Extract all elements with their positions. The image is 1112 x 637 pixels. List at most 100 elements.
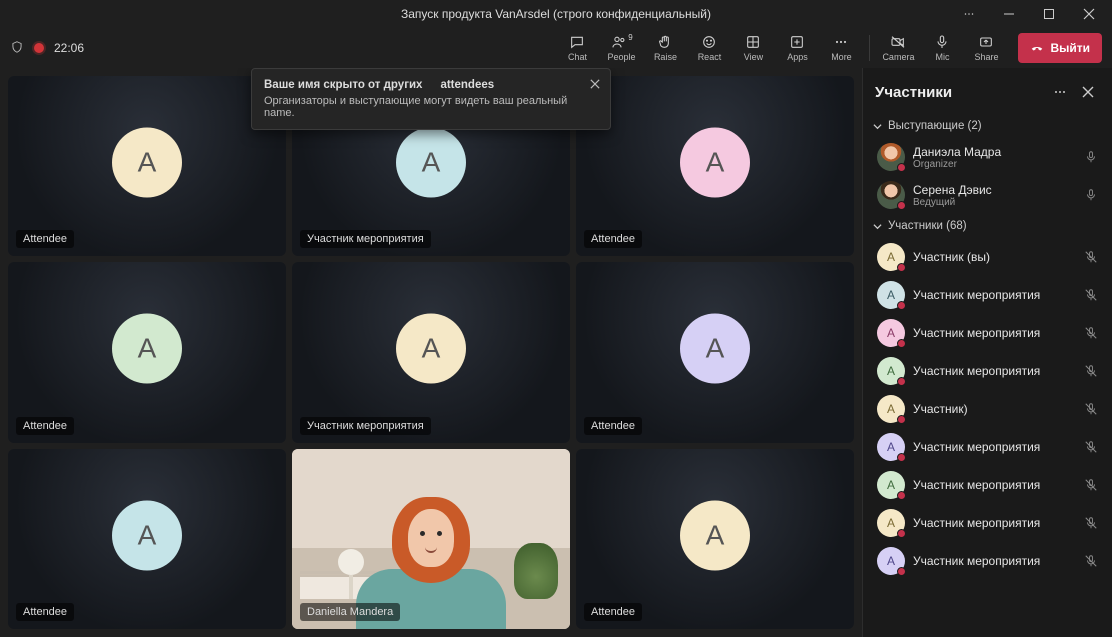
mic-off-icon [1080, 478, 1102, 492]
people-button[interactable]: 9 People [601, 29, 641, 67]
status-busy-icon [897, 529, 906, 538]
participant-tile[interactable]: A Attendee [8, 262, 286, 442]
participant-name-label: Участник мероприятия [300, 230, 431, 248]
avatar: A [396, 314, 466, 384]
participant-name: Участник мероприятия [913, 516, 1072, 530]
participant-name: Участник (вы) [913, 250, 1072, 264]
participant-tile[interactable]: A Участник мероприятия [292, 262, 570, 442]
toolbar-divider [869, 35, 870, 61]
maximize-window-button[interactable] [1032, 2, 1066, 26]
react-button[interactable]: React [689, 29, 729, 67]
status-busy-icon [897, 415, 906, 424]
raise-hand-button[interactable]: Raise [645, 29, 685, 67]
close-window-button[interactable] [1072, 2, 1106, 26]
participant-tile[interactable]: A Attendee [576, 76, 854, 256]
participant-row[interactable]: A Участник мероприятия [863, 504, 1112, 542]
avatar: A [877, 547, 905, 575]
participant-row[interactable]: Даниэла Мадра Organizer [863, 138, 1112, 176]
chat-button[interactable]: Chat [557, 29, 597, 67]
status-busy-icon [897, 453, 906, 462]
participant-name: Участник мероприятия [913, 554, 1072, 568]
participant-name: Участник мероприятия [913, 364, 1072, 378]
more-window-button[interactable] [952, 2, 986, 26]
participant-tile[interactable]: A Attendee [8, 76, 286, 256]
status-busy-icon [897, 491, 906, 500]
participant-name: Участник мероприятия [913, 440, 1072, 454]
leave-button[interactable]: Выйти [1018, 33, 1102, 63]
participant-name-label: Участник мероприятия [300, 417, 431, 435]
participants-panel: Участники Выступающие (2) Даниэла Мадра … [862, 68, 1112, 637]
view-button[interactable]: View [733, 29, 773, 67]
participant-name-label: Attendee [16, 230, 74, 248]
avatar: A [112, 500, 182, 570]
video-feed [292, 449, 570, 629]
participant-tile[interactable]: Daniella Mandera [292, 449, 570, 629]
more-actions-button[interactable]: More [821, 29, 861, 67]
participant-name-label: Attendee [584, 603, 642, 621]
participant-name-label: Daniella Mandera [300, 603, 400, 621]
participant-name-label: Attendee [16, 603, 74, 621]
status-busy-icon [897, 163, 906, 172]
mic-off-icon [1080, 440, 1102, 454]
participant-row[interactable]: A Участник мероприятия [863, 352, 1112, 390]
mic-button[interactable]: Mic [922, 29, 962, 67]
participant-tile[interactable]: A Attendee [576, 262, 854, 442]
avatar [877, 143, 905, 171]
participant-role: Ведущий [913, 197, 1072, 208]
mic-off-icon [1080, 250, 1102, 264]
avatar: A [877, 395, 905, 423]
status-busy-icon [897, 567, 906, 576]
mic-off-icon [1080, 554, 1102, 568]
mic-off-icon [1080, 326, 1102, 340]
avatar: A [396, 128, 466, 198]
participant-name: Участник мероприятия [913, 326, 1072, 340]
participant-name: Участник мероприятия [913, 478, 1072, 492]
participant-name: Серена Дэвис [913, 183, 1072, 197]
avatar: A [680, 128, 750, 198]
participant-row[interactable]: Серена Дэвис Ведущий [863, 176, 1112, 214]
avatar: A [877, 357, 905, 385]
share-button[interactable]: Share [966, 29, 1006, 67]
status-busy-icon [897, 377, 906, 386]
avatar: A [680, 500, 750, 570]
participant-row[interactable]: A Участник мероприятия [863, 466, 1112, 504]
camera-button[interactable]: Camera [878, 29, 918, 67]
participant-tile[interactable]: A Attendee [8, 449, 286, 629]
participants-close-button[interactable] [1074, 78, 1102, 106]
mic-off-icon [1080, 402, 1102, 416]
status-busy-icon [897, 301, 906, 310]
titlebar: Запуск продукта VanArsdel (строго конфид… [0, 0, 1112, 28]
participant-row[interactable]: A Участник мероприятия [863, 276, 1112, 314]
status-busy-icon [897, 201, 906, 210]
presenters-section-header[interactable]: Выступающие (2) [863, 114, 1112, 138]
participant-tile[interactable]: A Attendee [576, 449, 854, 629]
mic-on-icon [1080, 188, 1102, 202]
minimize-window-button[interactable] [992, 2, 1026, 26]
avatar [877, 181, 905, 209]
avatar: A [680, 314, 750, 384]
mic-off-icon [1080, 364, 1102, 378]
participant-row[interactable]: A Участник мероприятия [863, 314, 1112, 352]
attendees-section-header[interactable]: Участники (68) [863, 214, 1112, 238]
avatar: A [112, 128, 182, 198]
apps-button[interactable]: Apps [777, 29, 817, 67]
participant-row[interactable]: A Участник мероприятия [863, 542, 1112, 580]
participant-role: Organizer [913, 159, 1072, 170]
participants-grid: A Attendee A Участник мероприятия A Atte… [8, 76, 854, 629]
participants-more-button[interactable] [1046, 78, 1074, 106]
mic-off-icon [1080, 288, 1102, 302]
recording-indicator-icon [34, 43, 44, 53]
avatar: A [877, 509, 905, 537]
avatar: A [877, 433, 905, 461]
participant-row[interactable]: A Участник мероприятия [863, 428, 1112, 466]
participant-name: Участник мероприятия [913, 288, 1072, 302]
avatar: A [877, 243, 905, 271]
participant-name-label: Attendee [16, 417, 74, 435]
status-busy-icon [897, 263, 906, 272]
chevron-down-icon [873, 122, 882, 131]
tooltip-close-button[interactable] [586, 75, 604, 93]
participant-row[interactable]: A Участник (вы) [863, 238, 1112, 276]
participant-row[interactable]: A Участник) [863, 390, 1112, 428]
participant-name: Участник) [913, 402, 1072, 416]
participant-name-label: Attendee [584, 417, 642, 435]
